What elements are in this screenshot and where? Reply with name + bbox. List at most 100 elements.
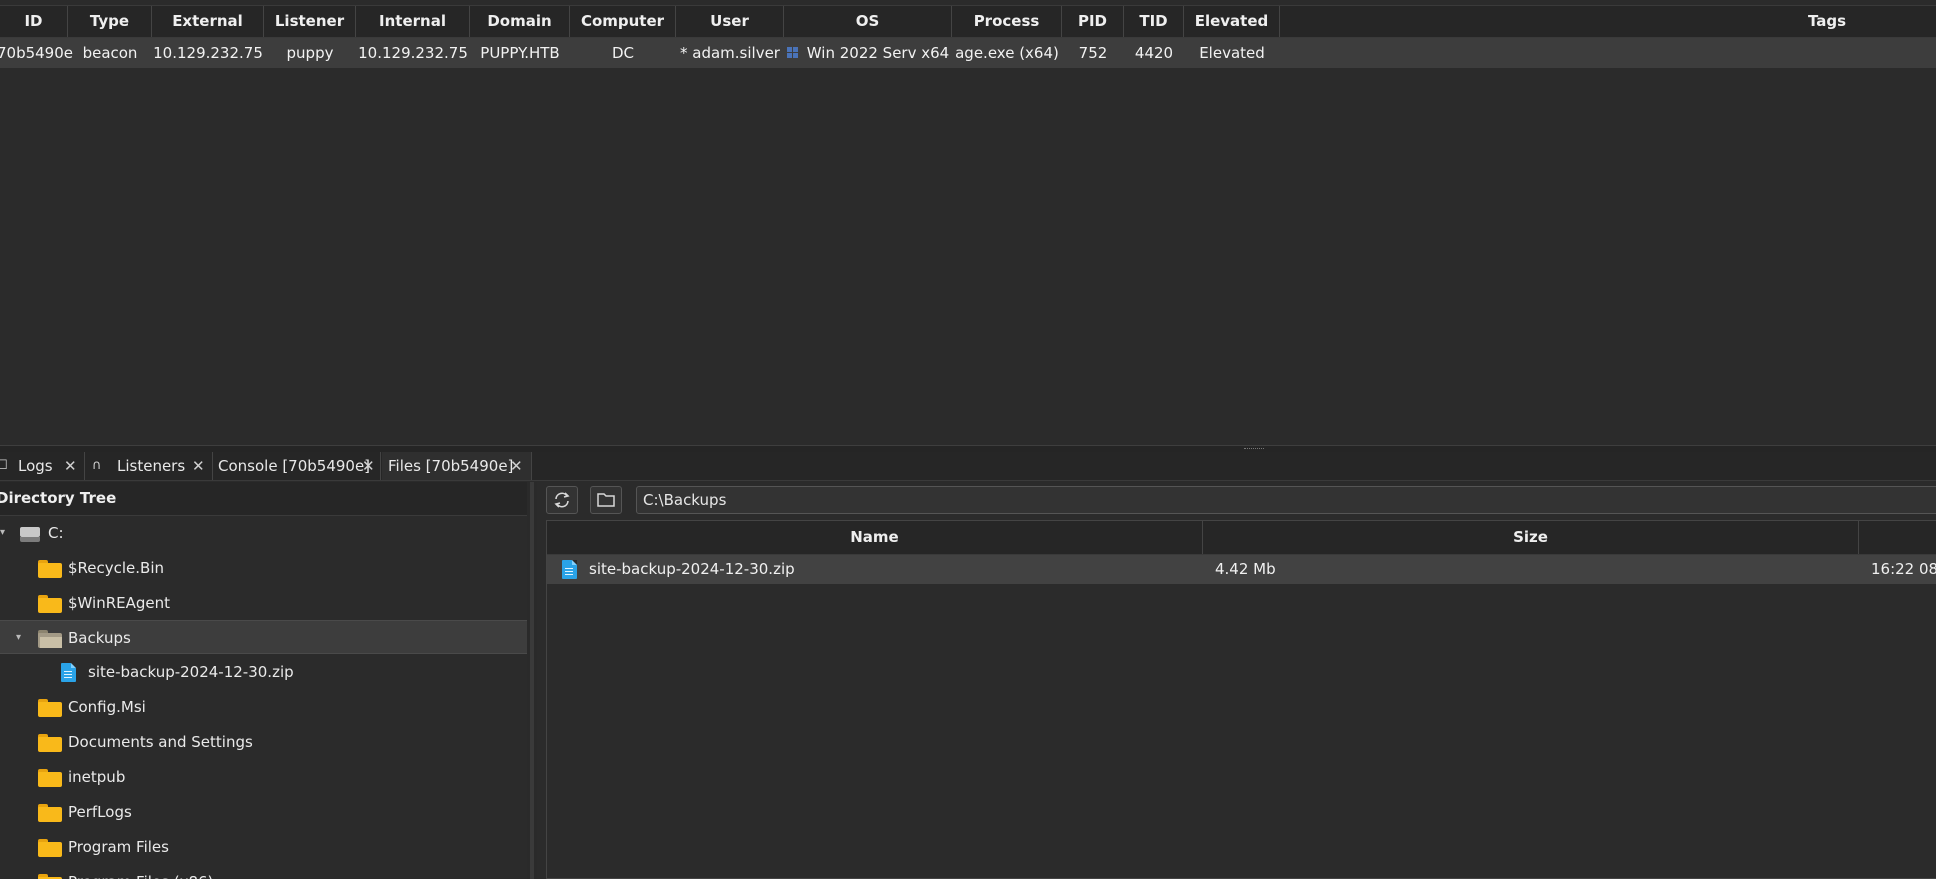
- tab-console-label: Console [70b5490e]: [218, 457, 371, 475]
- splitter-grip[interactable]: [1244, 448, 1264, 451]
- col-header-tid[interactable]: TID: [1124, 6, 1184, 37]
- tree-item-label: Config.Msi: [68, 698, 146, 716]
- session-internal: 10.129.232.75: [358, 44, 468, 62]
- browse-folder-button[interactable]: [590, 486, 622, 514]
- col-header-type[interactable]: Type: [68, 6, 152, 37]
- folder-icon: [38, 874, 62, 879]
- close-icon[interactable]: ✕: [192, 452, 205, 480]
- tree-item-label: C:: [48, 524, 64, 542]
- session-type: beacon: [82, 44, 138, 62]
- session-id: 70b5490e: [0, 44, 73, 62]
- col-header-computer[interactable]: Computer: [570, 6, 676, 37]
- path-input[interactable]: [636, 486, 1936, 514]
- tree-item-label: $WinREAgent: [68, 594, 171, 612]
- col-header-external[interactable]: External: [152, 6, 264, 37]
- tree-item-label: inetpub: [68, 768, 126, 786]
- expand-arrow-icon[interactable]: ▾: [16, 621, 21, 655]
- tree-item-recycle-bin[interactable]: $Recycle.Bin: [0, 551, 527, 585]
- tab-listeners[interactable]: ∩ Listeners ✕: [86, 452, 213, 480]
- tree-item-program-files-x86[interactable]: Program Files (x86): [0, 865, 527, 879]
- col-header-pid[interactable]: PID: [1062, 6, 1124, 37]
- tab-logs[interactable]: ☐ Logs ✕: [0, 452, 85, 480]
- tab-logs-label: Logs: [18, 457, 53, 475]
- tab-files-label: Files [70b5490e]: [388, 457, 514, 475]
- col-header-size[interactable]: Size: [1203, 521, 1859, 554]
- tree-item-label: site-backup-2024-12-30.zip: [88, 663, 294, 681]
- tree-item-label: Documents and Settings: [68, 733, 253, 751]
- tree-item-program-files[interactable]: Program Files: [0, 830, 527, 864]
- folder-open-icon: [38, 630, 62, 648]
- session-process: age.exe (x64): [955, 44, 1059, 62]
- tree-item-inetpub[interactable]: inetpub: [0, 760, 527, 794]
- tree-item-documents-and-settings[interactable]: Documents and Settings: [0, 725, 527, 759]
- tree-item-perflogs[interactable]: PerfLogs: [0, 795, 527, 829]
- folder-icon: [597, 493, 615, 507]
- col-header-listener[interactable]: Listener: [264, 6, 356, 37]
- col-header-elevated[interactable]: Elevated: [1184, 6, 1280, 37]
- session-user: * adam.silver: [680, 44, 780, 62]
- tree-splitter-handle[interactable]: [530, 482, 534, 879]
- session-os-label: Win 2022 Serv x64: [806, 44, 950, 62]
- session-elevated: Elevated: [1199, 44, 1265, 62]
- file-size: 4.42 Mb: [1215, 560, 1276, 578]
- tree-item-config-msi[interactable]: Config.Msi: [0, 690, 527, 724]
- session-tid: 4420: [1134, 44, 1174, 62]
- tree-item-label: Program Files (x86): [68, 865, 213, 879]
- drive-icon: [20, 527, 40, 542]
- folder-icon: [38, 734, 62, 752]
- directory-tree: Directory Tree ▾ C: $Recycle.Bin $WinREA…: [0, 482, 528, 879]
- session-domain: PUPPY.HTB: [480, 44, 560, 62]
- close-icon[interactable]: ✕: [64, 452, 77, 480]
- refresh-button[interactable]: [546, 486, 578, 514]
- tree-item-label: $Recycle.Bin: [68, 559, 165, 577]
- folder-icon: [38, 839, 62, 857]
- session-external: 10.129.232.75: [153, 44, 263, 62]
- folder-icon: [38, 804, 62, 822]
- tab-console[interactable]: Console [70b5490e] ✕: [214, 452, 381, 480]
- session-os: Win 2022 Serv x64: [784, 38, 952, 68]
- col-header-name[interactable]: Name: [547, 521, 1203, 554]
- headphones-icon: ∩: [92, 458, 102, 473]
- expand-arrow-icon[interactable]: ▾: [0, 516, 5, 550]
- file-row[interactable]: site-backup-2024-12-30.zip 4.42 Mb 16:22…: [547, 555, 1936, 584]
- session-computer: DC: [611, 44, 635, 62]
- refresh-icon: [554, 492, 570, 508]
- log-icon: ☐: [0, 458, 8, 473]
- close-icon[interactable]: ✕: [362, 452, 375, 480]
- tree-item-site-backup-zip[interactable]: site-backup-2024-12-30.zip: [0, 655, 527, 689]
- file-table-header: Name Size: [547, 521, 1936, 555]
- tree-item-label: Backups: [68, 629, 131, 647]
- file-date: 16:22 08/0: [1871, 560, 1936, 578]
- sessions-table-header: ID Type External Listener Internal Domai…: [0, 5, 1936, 38]
- directory-tree-header: Directory Tree: [0, 482, 527, 516]
- col-header-date[interactable]: [1859, 521, 1936, 554]
- session-listener: puppy: [286, 44, 334, 62]
- file-name: site-backup-2024-12-30.zip: [589, 560, 795, 578]
- tree-item-label: PerfLogs: [68, 803, 132, 821]
- session-pid: 752: [1078, 44, 1108, 62]
- file-icon: [562, 560, 577, 579]
- file-icon: [61, 663, 76, 682]
- close-icon[interactable]: ✕: [510, 452, 523, 480]
- folder-icon: [38, 699, 62, 717]
- col-header-domain[interactable]: Domain: [470, 6, 570, 37]
- tree-splitter[interactable]: [527, 482, 537, 879]
- col-header-os[interactable]: OS: [784, 6, 952, 37]
- session-tags: [1280, 38, 1936, 68]
- tab-files[interactable]: Files [70b5490e] ✕: [382, 452, 532, 480]
- col-header-internal[interactable]: Internal: [356, 6, 470, 37]
- folder-icon: [38, 560, 62, 578]
- col-header-user[interactable]: User: [676, 6, 784, 37]
- sessions-table: ID Type External Listener Internal Domai…: [0, 0, 1936, 445]
- folder-icon: [38, 769, 62, 787]
- tab-listeners-label: Listeners: [117, 457, 186, 475]
- col-header-tags[interactable]: Tags: [1280, 6, 1936, 37]
- session-row[interactable]: 70b5490e beacon 10.129.232.75 puppy 10.1…: [0, 38, 1936, 68]
- tree-item-label: Program Files: [68, 838, 169, 856]
- col-header-process[interactable]: Process: [952, 6, 1062, 37]
- tree-item-drive-c[interactable]: ▾ C:: [0, 516, 527, 550]
- tree-item-backups[interactable]: ▾ Backups: [0, 620, 527, 654]
- tree-item-winreagent[interactable]: $WinREAgent: [0, 586, 527, 620]
- folder-icon: [38, 595, 62, 613]
- col-header-id[interactable]: ID: [0, 6, 68, 37]
